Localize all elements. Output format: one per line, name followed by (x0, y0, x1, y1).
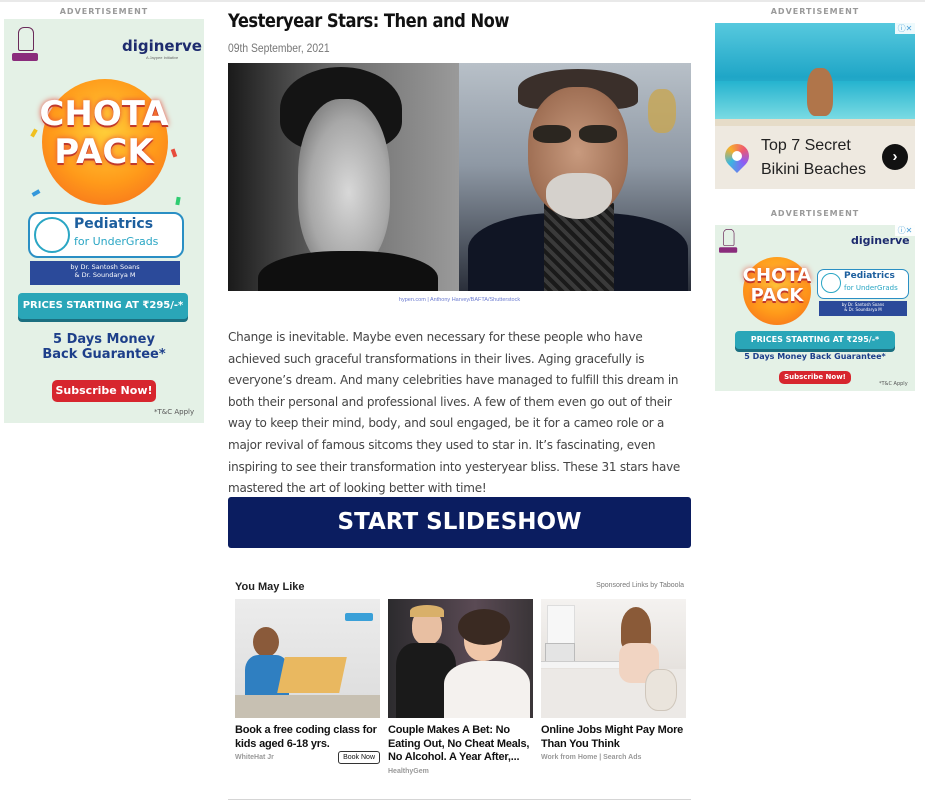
headline-line2: PACK (54, 132, 154, 172)
authors-line2: & Dr. Soundarya M (844, 307, 882, 312)
guarantee: 5 Days Money Back Guarantee* (14, 332, 194, 362)
brand-name: diginerve (851, 234, 910, 247)
authors: by Dr. Santosh Soans & Dr. Soundarya M (819, 301, 907, 316)
price-banner: PRICES STARTING AT ₹295/-* (735, 331, 895, 349)
authors: by Dr. Santosh Soans & Dr. Soundarya M (30, 261, 180, 285)
article-date: 09th September, 2021 (228, 41, 330, 55)
headline-line2: PACK (750, 285, 804, 306)
ad-diginerve-right[interactable]: ⓘ✕ diginerve CHOTA PACK Pediatrics for U… (715, 225, 915, 391)
brand-logo: diginerve (851, 234, 910, 247)
book-now-button[interactable]: Book Now (338, 751, 380, 764)
headline-line1: CHOTA (39, 94, 169, 134)
brand-logo: diginerve (122, 37, 202, 55)
whitehat-logo-icon (345, 613, 373, 621)
guarantee: 5 Days Money Back Guarantee* (744, 352, 886, 361)
card-title[interactable]: Book a free coding class for kids aged 6… (235, 724, 380, 751)
card-title[interactable]: Couple Makes A Bet: No Eating Out, No Ch… (388, 724, 533, 765)
course-box: Pediatrics for UnderGrads (28, 212, 184, 258)
tc-note: *T&C Apply (154, 408, 195, 416)
chevron-right-icon[interactable]: › (882, 144, 908, 170)
brand-name: diginerve (122, 37, 202, 55)
ad-bikini-beaches[interactable]: ⓘ✕ Top 7 Secret Bikini Beaches › (715, 23, 915, 189)
bottom-divider (228, 799, 691, 800)
sponsored-links[interactable]: Sponsored Links by Taboola (560, 582, 684, 589)
ad-label-left: ADVERTISEMENT (59, 7, 149, 16)
recommendation-card[interactable]: Book a free coding class for kids aged 6… (235, 599, 380, 764)
tc-note: *T&C Apply (879, 381, 908, 387)
ad-choices-icon[interactable]: ⓘ✕ (895, 23, 915, 34)
ad-title[interactable]: Top 7 Secret Bikini Beaches (761, 134, 891, 182)
jaypee-logo-icon (719, 229, 738, 254)
recommendation-card[interactable]: Online Jobs Might Pay More Than You Thin… (541, 599, 686, 761)
subscribe-button[interactable]: Subscribe Now! (779, 371, 851, 384)
guarantee-line1: 5 Days Money (53, 332, 155, 347)
guarantee-line2: Back Guarantee* (42, 346, 166, 362)
ad-label-right-bottom: ADVERTISEMENT (770, 209, 860, 218)
top-divider (0, 0, 925, 2)
course-box: Pediatrics for UnderGrads (817, 269, 909, 299)
card-title[interactable]: Online Jobs Might Pay More Than You Thin… (541, 724, 686, 751)
article-body: Change is inevitable. Maybe even necessa… (228, 330, 681, 496)
image-credit: hypen.com | Anthony Harvey/BAFTA/Shutter… (398, 297, 521, 303)
pediatrics-icon (34, 217, 70, 253)
card-source: Work from Home | Search Ads (541, 754, 642, 761)
card-image-office[interactable] (541, 599, 686, 718)
headline-line1: CHOTA (742, 265, 812, 286)
recommendation-card[interactable]: Couple Makes A Bet: No Eating Out, No Ch… (388, 599, 533, 775)
pediatrics-icon (821, 273, 841, 293)
course-title: Pediatrics (844, 271, 895, 281)
card-image-couple[interactable] (388, 599, 533, 718)
start-slideshow-button[interactable]: START SLIDESHOW (228, 497, 691, 548)
price-banner: PRICES STARTING AT ₹295/-* (18, 293, 188, 319)
ad-diginerve-left[interactable]: diginerve A Jaypee Initiative CHOTA PACK… (4, 19, 204, 423)
jaypee-logo-icon (12, 27, 38, 63)
brand-sub: A Jaypee Initiative (146, 55, 179, 60)
location-pin-icon (720, 139, 754, 173)
card-source: HealthyGem (388, 767, 429, 775)
hero-image (228, 63, 691, 291)
subscribe-button[interactable]: Subscribe Now! (52, 380, 156, 402)
card-image-coding[interactable] (235, 599, 380, 718)
course-subtitle: for UnderGrads (844, 284, 898, 292)
you-may-like-heading: You May Like (235, 581, 305, 593)
authors-line2: & Dr. Soundarya M (74, 271, 136, 280)
ad-label-right-top: ADVERTISEMENT (770, 7, 860, 16)
authors-line1: by Dr. Santosh Soans (70, 263, 140, 271)
beach-person (807, 68, 833, 116)
article-title: Yesteryear Stars: Then and Now (228, 10, 509, 32)
ad-caption[interactable]: Top 7 Secret Bikini Beaches › (715, 126, 915, 189)
course-title: Pediatrics (74, 216, 154, 232)
course-subtitle: for UnderGrads (74, 235, 159, 248)
